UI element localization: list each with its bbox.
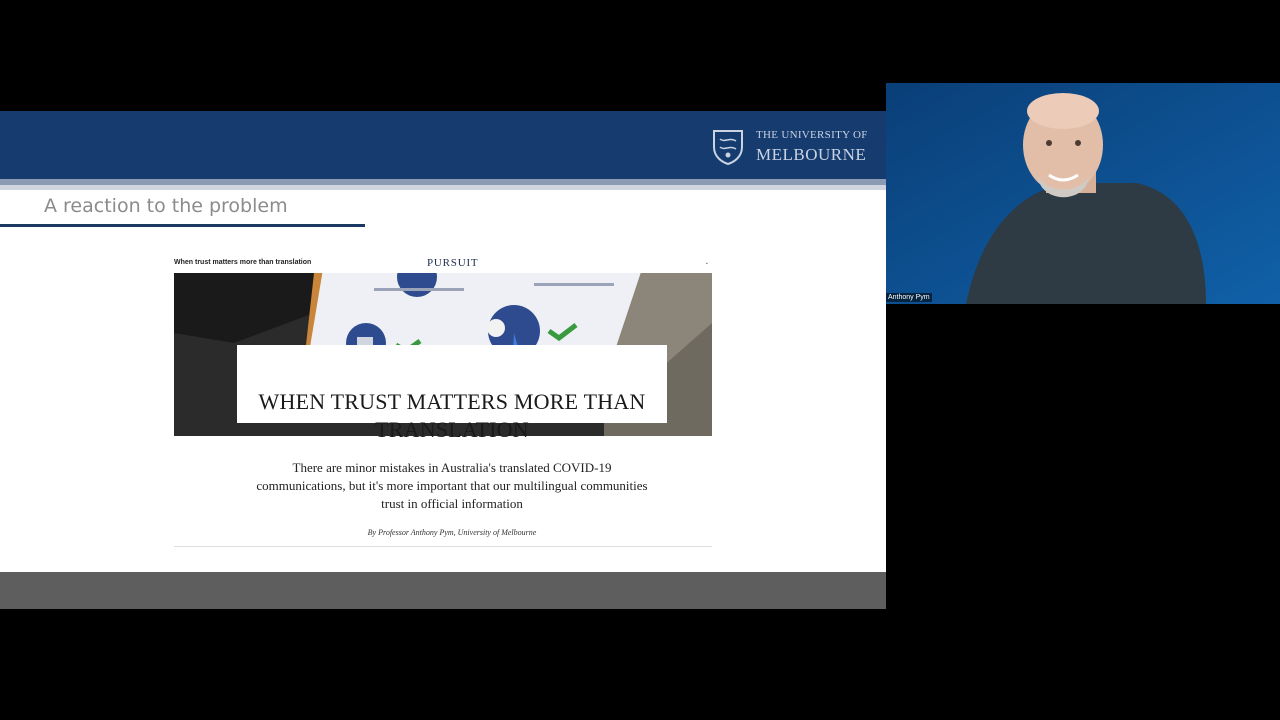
article-screenshot: When trust matters more than translation… bbox=[172, 254, 714, 550]
article-corner-mark: ▪ bbox=[706, 261, 708, 267]
article-headline: WHEN TRUST MATTERS MORE THAN TRANSLATION bbox=[258, 389, 646, 442]
slide-title: A reaction to the problem bbox=[44, 195, 288, 217]
slide-footer-band bbox=[0, 572, 886, 609]
webcam-video-tile[interactable]: Anthony Pym bbox=[886, 83, 1280, 304]
university-name-line1: THE UNIVERSITY OF bbox=[756, 129, 868, 141]
slide-title-underline bbox=[0, 224, 365, 227]
presentation-slide: THE UNIVERSITY OF MELBOURNE A reaction t… bbox=[0, 111, 886, 609]
university-logo: THE UNIVERSITY OF MELBOURNE bbox=[708, 127, 868, 167]
university-name-line2: MELBOURNE bbox=[756, 145, 867, 164]
article-brand: PURSUIT bbox=[427, 257, 479, 269]
article-dek: There are minor mistakes in Australia's … bbox=[256, 460, 648, 511]
header-stripe-light bbox=[0, 185, 886, 190]
participant-name-label: Anthony Pym bbox=[886, 293, 932, 302]
article-byline: By Professor Anthony Pym, University of … bbox=[367, 528, 537, 537]
speaker-video-image bbox=[886, 83, 1280, 304]
article-topline: When trust matters more than translation bbox=[174, 259, 312, 266]
article-divider bbox=[174, 546, 712, 547]
slide-header-band: THE UNIVERSITY OF MELBOURNE bbox=[0, 111, 886, 179]
university-crest-icon bbox=[713, 130, 743, 165]
